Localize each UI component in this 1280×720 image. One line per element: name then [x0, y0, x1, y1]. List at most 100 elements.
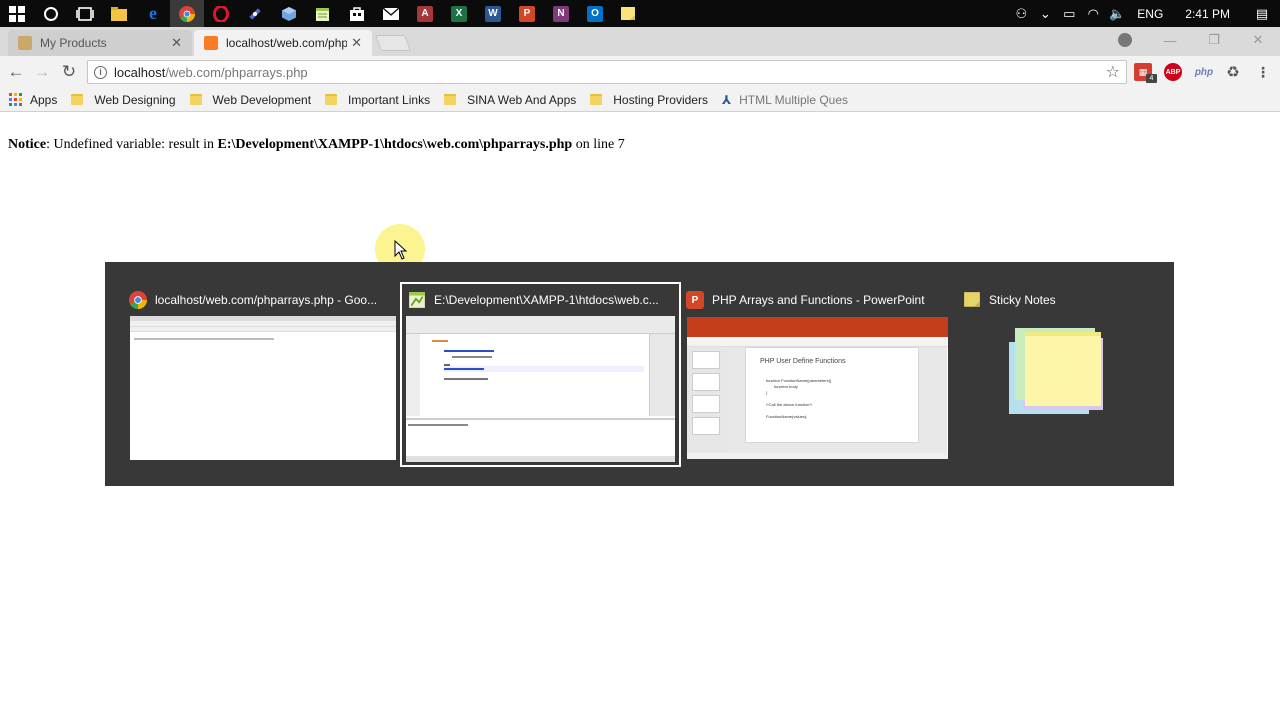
excel-icon[interactable]: X [442, 0, 476, 27]
window-title: localhost/web.com/phparrays.php - Goo... [129, 290, 377, 310]
mouse-cursor-icon [394, 240, 408, 260]
edge-icon[interactable]: e [136, 0, 170, 27]
window-title-text: Sticky Notes [989, 293, 1056, 307]
folder-icon [325, 94, 338, 105]
bookmark-html-multiple[interactable]: ⅄ HTML Multiple Ques [722, 93, 848, 107]
powerpoint-icon[interactable]: P [510, 0, 544, 27]
url-host: localhost [114, 64, 166, 80]
bookmark-folder[interactable]: Web Development [189, 93, 311, 107]
opera-icon[interactable] [204, 0, 238, 27]
bookmark-label: Hosting Providers [613, 92, 708, 107]
tool-icon: ⅄ [721, 92, 732, 107]
powerpoint-icon: P [686, 291, 704, 309]
bookmark-apps[interactable]: Apps [9, 93, 57, 107]
file-explorer-icon[interactable] [102, 0, 136, 27]
notepad-plus-plus-icon[interactable] [306, 0, 340, 27]
language-indicator[interactable]: ENG [1129, 7, 1171, 21]
window-title: E:\Development\XAMPP-1\htdocs\web.c... [408, 290, 659, 310]
bookmarks-bar: Apps Web Designing Web Development Impor… [0, 88, 1280, 112]
php-notice-message: Notice: Undefined variable: result in E:… [8, 137, 625, 153]
bookmark-folder[interactable]: Important Links [325, 93, 430, 107]
volume-icon[interactable]: 🔈 [1105, 6, 1129, 22]
recycle-extension-icon[interactable]: ♻ [1224, 63, 1242, 81]
slide-title: PHP User Define Functions [760, 358, 846, 365]
system-tray: ⚇ ⌄ ▭ ◠ 🔈 ENG 2:41 PM ▤ [1009, 0, 1280, 27]
store-icon[interactable] [340, 0, 374, 27]
word-icon[interactable]: W [476, 0, 510, 27]
switcher-window-notepad-plus-plus[interactable]: E:\Development\XAMPP-1\htdocs\web.c... [400, 282, 681, 467]
window-title-text: E:\Development\XAMPP-1\htdocs\web.c... [434, 293, 659, 307]
sticky-note-yellow [1025, 332, 1101, 406]
mail-icon[interactable] [374, 0, 408, 27]
url-path: /web.com/phparrays.php [165, 64, 308, 80]
bookmark-folder[interactable]: SINA Web And Apps [444, 93, 576, 107]
bookmark-folder[interactable]: Web Designing [71, 92, 176, 107]
new-tab-button[interactable] [375, 35, 411, 51]
battery-icon[interactable]: ▭ [1057, 6, 1081, 22]
sticky-notes-icon[interactable] [612, 0, 646, 27]
chrome-menu-icon[interactable]: ⋮ [1254, 63, 1272, 81]
restore-icon[interactable]: ❐ [1192, 32, 1236, 48]
window-thumbnail: PHP User Define Functions function Funct… [687, 317, 948, 459]
notice-line-prefix: on line [572, 137, 618, 152]
reload-icon[interactable]: ↻ [59, 62, 79, 82]
slide-line: function body [774, 384, 798, 389]
bookmark-label: HTML Multiple Ques [739, 92, 849, 107]
onenote-icon[interactable]: N [544, 0, 578, 27]
switcher-window-powerpoint[interactable]: P PHP Arrays and Functions - PowerPoint … [686, 282, 948, 466]
chrome-icon[interactable] [170, 0, 204, 27]
bookmark-label: Important Links [348, 92, 431, 107]
outlook-icon[interactable]: O [578, 0, 612, 27]
windows-start-icon[interactable] [0, 0, 34, 27]
switcher-window-chrome[interactable]: localhost/web.com/phparrays.php - Goo... [129, 282, 397, 466]
window-title: P PHP Arrays and Functions - PowerPoint [686, 290, 925, 310]
task-view-icon[interactable] [68, 0, 102, 27]
folder-icon [444, 94, 457, 105]
profile-icon[interactable] [1118, 33, 1132, 47]
notice-label: Notice [8, 137, 47, 152]
sticky-notes-icon [964, 292, 980, 307]
php-extension-icon[interactable]: php [1193, 63, 1215, 81]
tool-icon[interactable] [238, 0, 272, 27]
clock[interactable]: 2:41 PM [1171, 7, 1244, 21]
window-thumbnail [130, 316, 396, 460]
tab-close-icon[interactable]: ✕ [351, 35, 362, 51]
forward-arrow-icon[interactable]: → [32, 62, 52, 82]
notice-text: : Undefined variable: result in [46, 137, 218, 152]
box-app-icon[interactable] [272, 0, 306, 27]
bookmark-star-icon[interactable]: ☆ [1106, 62, 1120, 82]
tab-label: localhost/web.com/phpa [226, 36, 348, 50]
bookmark-folder[interactable]: Hosting Providers [590, 93, 708, 107]
back-arrow-icon[interactable]: ← [6, 62, 26, 82]
alt-tab-switcher: localhost/web.com/phparrays.php - Goo...… [105, 262, 1174, 486]
slide-line: FunctionName(values); [766, 414, 808, 419]
cortana-icon[interactable] [34, 0, 68, 27]
info-icon[interactable]: i [94, 65, 107, 79]
bookmark-label: SINA Web And Apps [467, 92, 577, 107]
adblock-plus-icon[interactable]: ABP [1164, 63, 1182, 81]
xampp-favicon-icon [204, 36, 218, 50]
address-bar[interactable]: i localhost/web.com/phparrays.php ☆ [87, 60, 1127, 84]
folder-icon [590, 94, 603, 105]
access-icon[interactable]: A [408, 0, 442, 27]
wifi-icon[interactable]: ◠ [1081, 6, 1105, 22]
switcher-window-sticky-notes[interactable]: Sticky Notes [963, 282, 1163, 466]
bookmark-label: Web Designing [94, 92, 176, 107]
window-title-text: PHP Arrays and Functions - PowerPoint [712, 293, 925, 307]
tab-my-products[interactable]: My Products ✕ [8, 30, 192, 56]
window-thumbnail [406, 316, 675, 462]
chrome-icon [129, 291, 147, 309]
extension-badge: 4 [1146, 74, 1157, 83]
close-icon[interactable]: ✕ [1236, 32, 1280, 48]
bookmark-label: Apps [30, 92, 58, 107]
chevron-up-icon[interactable]: ⌄ [1033, 6, 1057, 22]
folder-icon [71, 94, 84, 105]
tab-close-icon[interactable]: ✕ [171, 35, 182, 51]
browser-tab-strip: My Products ✕ localhost/web.com/phpa ✕ [0, 27, 1280, 56]
people-icon[interactable]: ⚇ [1009, 6, 1033, 22]
action-center-icon[interactable]: ▤ [1244, 6, 1280, 22]
minimize-icon[interactable]: — [1148, 33, 1192, 48]
slide-line: function FunctionName(parameters){ [766, 378, 832, 383]
tab-phparrays[interactable]: localhost/web.com/phpa ✕ [194, 30, 372, 56]
apps-grid-icon [9, 93, 22, 106]
